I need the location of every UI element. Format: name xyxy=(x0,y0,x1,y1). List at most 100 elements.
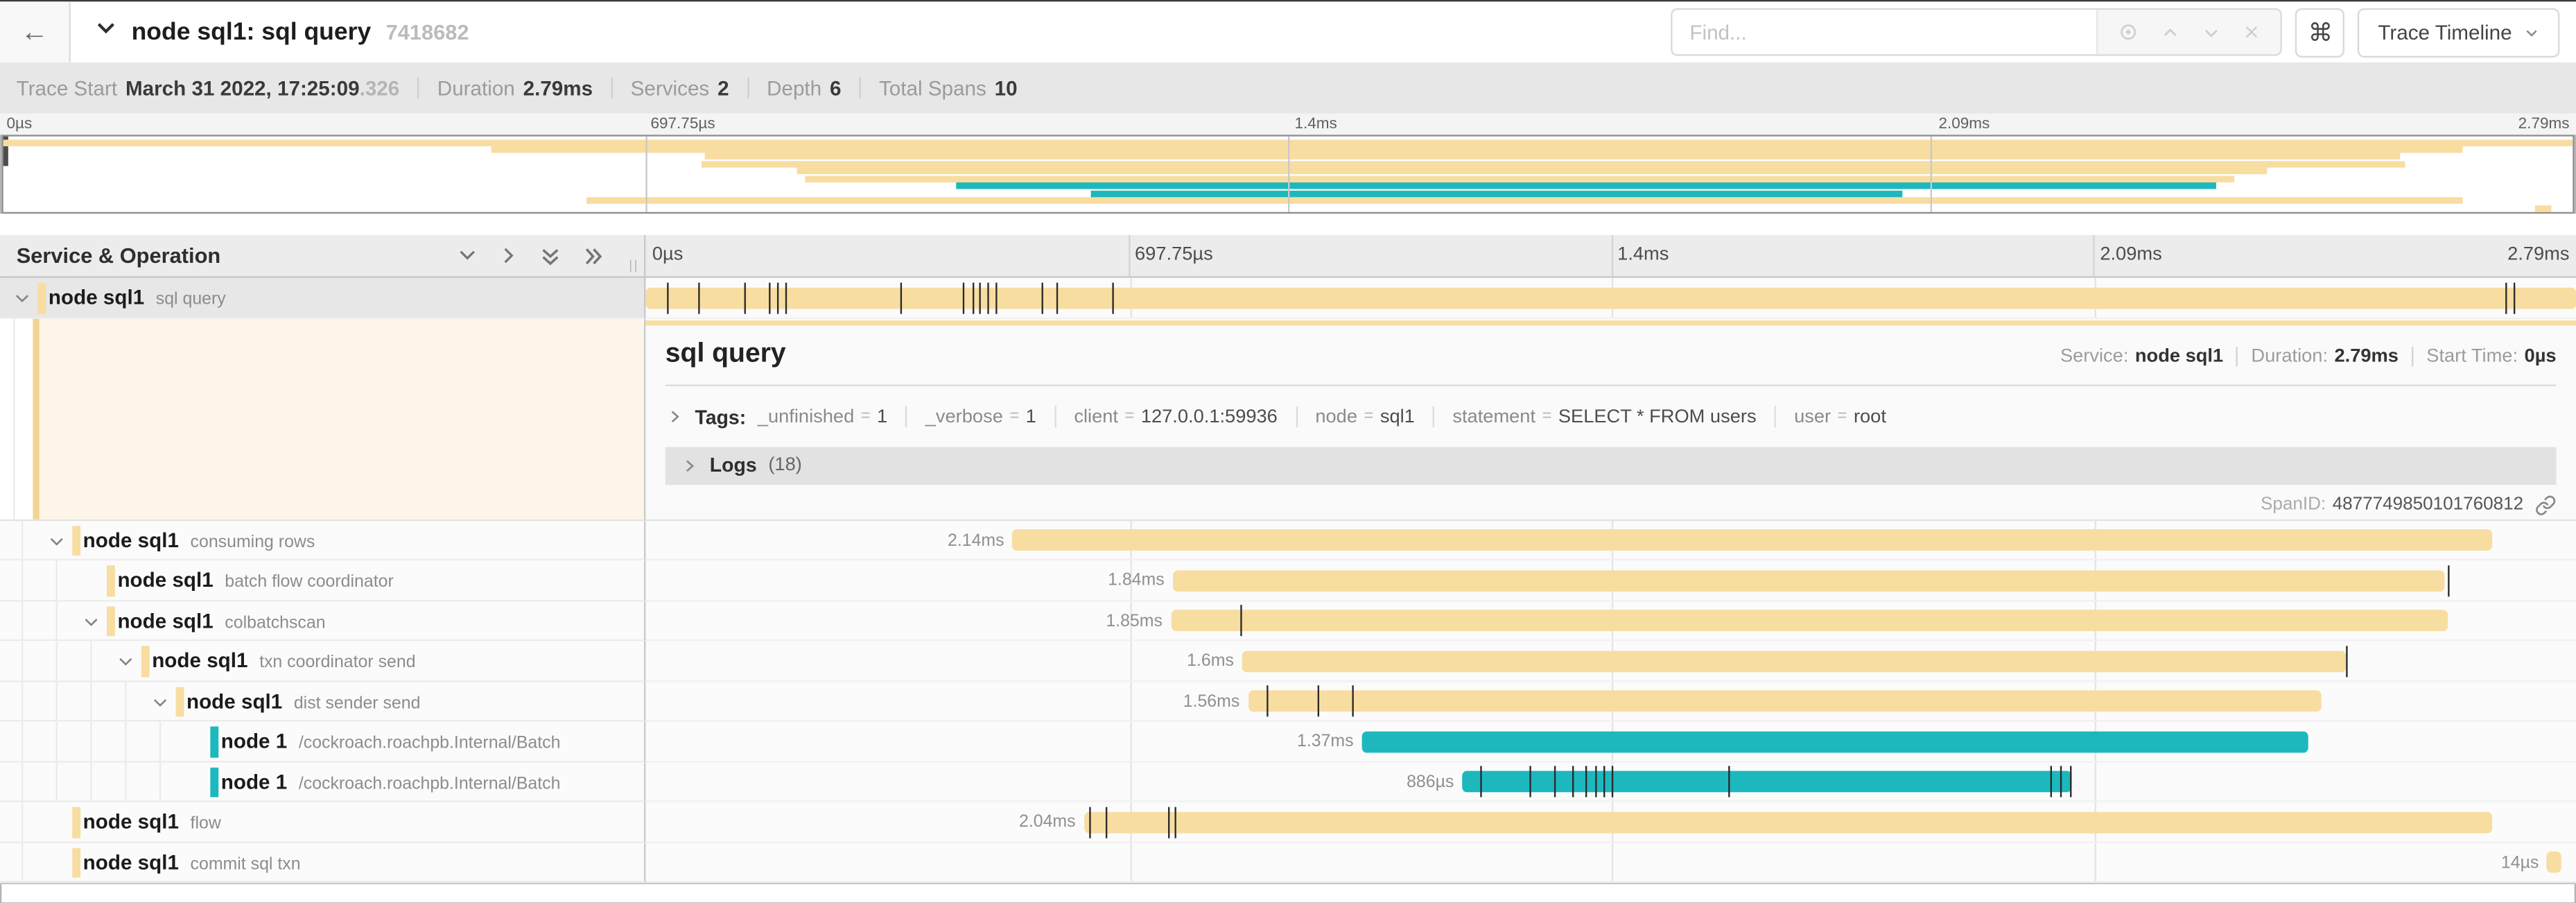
time-axis-label: 2.79ms xyxy=(2507,245,2569,264)
minimap-span-bar xyxy=(586,198,2462,204)
span-bar-cell[interactable]: 1.85ms xyxy=(645,601,2576,641)
span-duration-bar[interactable] xyxy=(2547,852,2560,873)
log-marker-tick xyxy=(1317,685,1319,716)
span-name-cell[interactable]: node sql1sql query xyxy=(0,278,645,318)
find-input[interactable] xyxy=(1673,10,2097,54)
detail-meta-value: 2.79ms xyxy=(2335,346,2399,366)
span-bar-cell[interactable]: 1.37ms xyxy=(645,721,2576,762)
span-duration-bar[interactable] xyxy=(1012,529,2493,551)
time-axis-label: 0µs xyxy=(652,245,684,264)
span-duration-bar[interactable] xyxy=(1361,730,2307,752)
span-color-chip xyxy=(141,646,149,676)
span-row[interactable]: node 1/cockroach.roachpb.Internal/Batch8… xyxy=(0,762,2576,802)
span-row[interactable]: node sql1dist sender send1.56ms xyxy=(0,681,2576,721)
tags-row[interactable]: Tags: _unfinished=1_verbose=1client=127.… xyxy=(665,399,2557,435)
span-row[interactable]: node sql1consuming rows2.14ms xyxy=(0,520,2576,560)
page-header: ← node sql1: sql query 7418682 ⌘ Trace T… xyxy=(0,1,2576,62)
span-duration-bar[interactable] xyxy=(1173,569,2445,591)
collapse-span-chevron-icon[interactable] xyxy=(151,693,169,711)
collapse-trace-chevron-icon[interactable] xyxy=(95,17,116,47)
time-axis-label: 1.4ms xyxy=(1294,115,1337,133)
span-duration-bar[interactable] xyxy=(1242,650,2347,671)
span-bar-cell[interactable]: 2.14ms xyxy=(645,520,2576,560)
span-service-name: node sql1sql query xyxy=(49,286,226,309)
span-bar-cell[interactable]: 886µs xyxy=(645,762,2576,802)
span-row[interactable]: node sql1commit sql txn14µs xyxy=(0,843,2576,883)
span-bar-cell[interactable]: 2.04ms xyxy=(645,802,2576,843)
log-marker-tick xyxy=(962,282,964,313)
log-marker-tick xyxy=(2448,565,2450,596)
log-marker-tick xyxy=(2514,282,2516,313)
view-selector-button[interactable]: Trace Timeline xyxy=(2358,8,2559,57)
span-row[interactable]: node sql1batch flow coordinator1.84ms xyxy=(0,560,2576,601)
prev-match-icon[interactable] xyxy=(2161,22,2181,42)
log-marker-tick xyxy=(1585,766,1587,797)
span-name-cell[interactable]: node sql1flow xyxy=(0,802,645,843)
span-bar-cell[interactable]: 1.56ms xyxy=(645,681,2576,721)
chevron-right-icon xyxy=(680,456,698,474)
span-duration-label: 1.6ms xyxy=(1187,641,1234,681)
deep-link-icon[interactable] xyxy=(2535,494,2557,515)
span-bar-cell[interactable]: 1.6ms xyxy=(645,641,2576,681)
span-name-cell[interactable]: node sql1consuming rows xyxy=(0,520,645,560)
keyboard-shortcuts-button[interactable]: ⌘ xyxy=(2296,8,2345,57)
span-name-cell[interactable]: node sql1batch flow coordinator xyxy=(0,560,645,601)
collapse-span-chevron-icon[interactable] xyxy=(13,289,31,307)
span-bar-cell[interactable] xyxy=(645,278,2576,318)
timeline-time-axis: 0µs697.75µs1.4ms2.09ms2.79ms xyxy=(645,235,2576,276)
span-name-cell[interactable]: node 1/cockroach.roachpb.Internal/Batch xyxy=(0,721,645,762)
indent-guide xyxy=(90,681,92,720)
collapse-span-chevron-icon[interactable] xyxy=(116,653,134,671)
trace-stat: Services2 xyxy=(631,76,729,99)
span-detail-left-gutter xyxy=(0,318,645,520)
collapse-all-icon[interactable] xyxy=(539,244,562,267)
time-axis-label: 697.75µs xyxy=(1135,245,1213,264)
trace-stat: Depth6 xyxy=(767,76,841,99)
span-name-cell[interactable]: node sql1txn coordinator send xyxy=(0,641,645,681)
span-row[interactable]: node sql1txn coordinator send 1.6ms xyxy=(0,641,2576,681)
span-duration-bar[interactable] xyxy=(1248,690,2321,712)
span-name-cell[interactable]: node sql1dist sender send xyxy=(0,681,645,721)
minimap-time-axis: 0µs697.75µs1.4ms2.09ms2.79ms xyxy=(0,114,2576,135)
trace-minimap[interactable] xyxy=(1,135,2574,214)
clear-find-icon[interactable] xyxy=(2243,23,2261,41)
logs-row[interactable]: Logs (18) xyxy=(665,446,2557,484)
span-duration-bar[interactable] xyxy=(1084,811,2493,833)
expand-all-icon[interactable] xyxy=(582,244,604,267)
column-resizer-handle[interactable]: || xyxy=(629,258,639,273)
span-duration-bar[interactable] xyxy=(1462,771,2072,792)
span-row[interactable]: node sql1sql query xyxy=(0,278,2576,318)
log-marker-tick xyxy=(1169,806,1170,837)
next-match-icon[interactable] xyxy=(2202,22,2222,42)
span-color-chip xyxy=(38,283,46,313)
span-duration-bar[interactable] xyxy=(645,287,2576,309)
span-duration-bar[interactable] xyxy=(1171,610,2448,631)
span-rows: node sql1sql query sql query Service:nod… xyxy=(0,278,2576,884)
span-operation-name: /cockroach.roachpb.Internal/Batch xyxy=(299,773,561,793)
expand-one-icon[interactable] xyxy=(498,245,519,266)
tag-item: _unfinished=1 xyxy=(758,407,887,427)
collapse-span-chevron-icon[interactable] xyxy=(48,532,66,550)
span-row[interactable]: node sql1colbatchscan1.85ms xyxy=(0,601,2576,641)
back-button[interactable]: ← xyxy=(0,1,71,62)
span-bar-cell[interactable]: 14µs xyxy=(645,843,2576,883)
locate-icon[interactable] xyxy=(2118,22,2140,43)
log-marker-tick xyxy=(2505,282,2506,313)
span-row[interactable]: node 1/cockroach.roachpb.Internal/Batch1… xyxy=(0,721,2576,762)
span-operation-name: sql query xyxy=(156,289,226,309)
span-name-cell[interactable]: node 1/cockroach.roachpb.Internal/Batch xyxy=(0,762,645,802)
span-bar-cell[interactable]: 1.84ms xyxy=(645,560,2576,601)
tag-key: client xyxy=(1074,407,1118,427)
log-marker-tick xyxy=(972,282,973,313)
log-marker-tick xyxy=(1595,766,1596,797)
collapse-span-chevron-icon[interactable] xyxy=(82,612,100,630)
span-name-cell[interactable]: node sql1commit sql txn xyxy=(0,843,645,883)
span-service-name: node sql1flow xyxy=(83,810,221,833)
collapse-one-icon[interactable] xyxy=(457,245,478,266)
chevron-right-icon xyxy=(665,408,684,426)
span-name-cell[interactable]: node sql1colbatchscan xyxy=(0,601,645,641)
indent-guide xyxy=(21,681,23,720)
span-operation-name: commit sql txn xyxy=(191,854,301,873)
stat-value: 6 xyxy=(830,76,841,99)
span-row[interactable]: node sql1flow 2.04ms xyxy=(0,802,2576,843)
